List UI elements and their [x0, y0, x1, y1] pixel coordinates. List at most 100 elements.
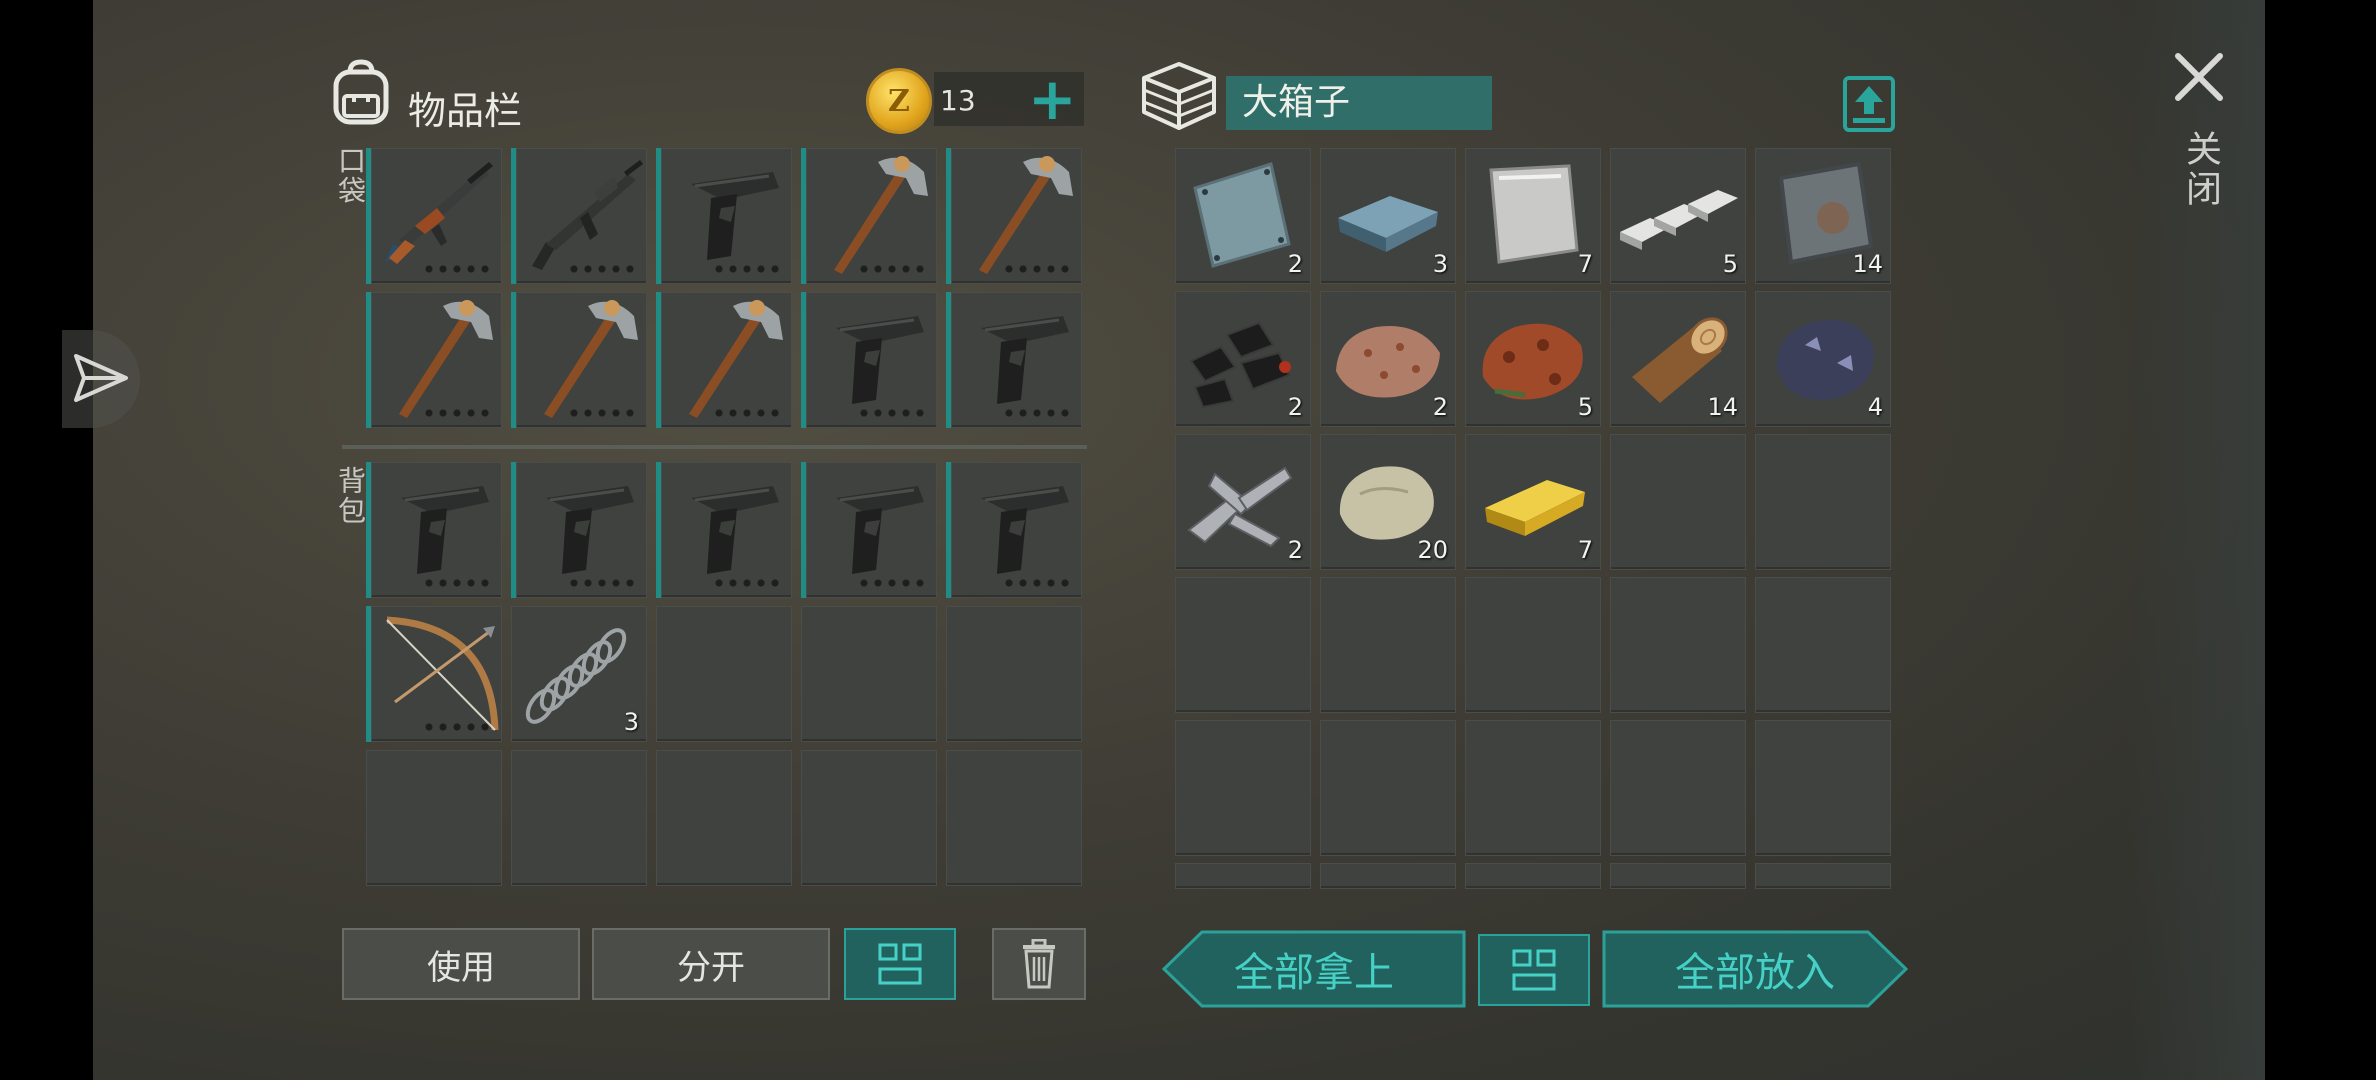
container-slot[interactable]: 14: [1610, 291, 1746, 427]
backpack-slot[interactable]: [801, 462, 937, 598]
pocket-slot[interactable]: [366, 148, 502, 284]
container-slot[interactable]: [1465, 720, 1601, 856]
durability-dots: [422, 408, 492, 418]
backpack-slot[interactable]: [801, 750, 937, 886]
backpack-slot[interactable]: [946, 606, 1082, 742]
container-slot[interactable]: [1320, 863, 1456, 889]
container-slot[interactable]: [1610, 434, 1746, 570]
paper-plane-icon: [74, 354, 128, 402]
container-slot[interactable]: [1755, 577, 1891, 713]
backpack-slot[interactable]: [366, 750, 502, 886]
split-button[interactable]: 分开: [592, 928, 830, 1000]
take-all-button[interactable]: 全部拿上: [1161, 930, 1466, 1008]
grid-icon: [878, 943, 922, 985]
take-all-label: 全部拿上: [1234, 950, 1394, 996]
pocket-slot[interactable]: [511, 292, 647, 428]
item-count: 2: [1287, 250, 1303, 278]
container-slot[interactable]: 5: [1465, 291, 1601, 427]
container-slot[interactable]: 3: [1320, 148, 1456, 284]
backpack-slot[interactable]: [511, 750, 647, 886]
container-slot[interactable]: 2: [1175, 291, 1311, 427]
container-slot[interactable]: [1175, 577, 1311, 713]
pocket-slot[interactable]: [801, 292, 937, 428]
use-button[interactable]: 使用: [342, 928, 580, 1000]
backpack-slot[interactable]: 3: [511, 606, 647, 742]
coin-count: 13: [940, 84, 976, 117]
backpack-slot[interactable]: [946, 462, 1082, 598]
container-slot[interactable]: 2: [1175, 148, 1311, 284]
add-coins-button[interactable]: +: [1028, 70, 1077, 128]
item-count: 7: [1577, 536, 1593, 564]
container-slot[interactable]: [1610, 577, 1746, 713]
trash-icon: [1023, 939, 1055, 989]
item-count: 2: [1287, 393, 1303, 421]
container-slot[interactable]: [1175, 863, 1311, 889]
pocket-slot[interactable]: [656, 148, 792, 284]
container-slot[interactable]: 20: [1320, 434, 1456, 570]
item-count: 7: [1577, 250, 1593, 278]
backpack-slot[interactable]: [801, 606, 937, 742]
container-slot[interactable]: 7: [1465, 434, 1601, 570]
durability-dots: [857, 264, 927, 274]
durability-dots: [712, 264, 782, 274]
pocket-slot[interactable]: [511, 148, 647, 284]
upload-button[interactable]: [1843, 76, 1895, 132]
container-slot[interactable]: [1175, 720, 1311, 856]
durability-dots: [422, 264, 492, 274]
close-button[interactable]: [2168, 46, 2230, 108]
delete-button[interactable]: [992, 928, 1086, 1000]
inventory-title: 物品栏: [408, 89, 523, 133]
container-slot[interactable]: 2: [1175, 434, 1311, 570]
pocket-slot[interactable]: [946, 148, 1082, 284]
close-label[interactable]: 关闭: [2180, 130, 2221, 210]
container-slot[interactable]: 2: [1320, 291, 1456, 427]
item-count: 3: [1432, 250, 1448, 278]
sort-inventory-button[interactable]: [844, 928, 956, 1000]
backpack-slot[interactable]: [656, 462, 792, 598]
container-slot[interactable]: 14: [1755, 148, 1891, 284]
durability-dots: [422, 578, 492, 588]
durability-dots: [857, 578, 927, 588]
container-slot[interactable]: 4: [1755, 291, 1891, 427]
backpack-slot[interactable]: [366, 462, 502, 598]
durability-dots: [1002, 408, 1072, 418]
backpack-slot[interactable]: [511, 462, 647, 598]
durability-dots: [567, 264, 637, 274]
pocket-slot[interactable]: [656, 292, 792, 428]
container-name-field[interactable]: 大箱子: [1226, 76, 1492, 130]
container-slot[interactable]: 5: [1610, 148, 1746, 284]
container-slot[interactable]: [1320, 577, 1456, 713]
durability-dots: [1002, 264, 1072, 274]
pocket-slot[interactable]: [366, 292, 502, 428]
pocket-label: 口袋: [334, 146, 367, 206]
container-slot[interactable]: [1755, 720, 1891, 856]
container-slot[interactable]: 7: [1465, 148, 1601, 284]
grid-icon: [1512, 949, 1556, 991]
container-slot[interactable]: [1320, 720, 1456, 856]
backpack-slot[interactable]: [946, 750, 1082, 886]
item-count: 2: [1432, 393, 1448, 421]
sort-container-button[interactable]: [1478, 934, 1590, 1006]
durability-dots: [1002, 578, 1072, 588]
item-count: 4: [1867, 393, 1883, 421]
item-count: 14: [1852, 250, 1883, 278]
backpack-slot[interactable]: [656, 750, 792, 886]
backpack-slot[interactable]: [366, 606, 502, 742]
durability-dots: [567, 408, 637, 418]
item-count: 3: [623, 708, 639, 736]
pocket-slot[interactable]: [801, 148, 937, 284]
container-slot[interactable]: [1465, 863, 1601, 889]
container-slot[interactable]: [1465, 577, 1601, 713]
put-all-label: 全部放入: [1675, 950, 1835, 996]
container-slot[interactable]: [1610, 720, 1746, 856]
section-divider: [342, 445, 1087, 449]
item-count: 14: [1707, 393, 1738, 421]
backpack-slot[interactable]: [656, 606, 792, 742]
pocket-slot[interactable]: [946, 292, 1082, 428]
item-count: 2: [1287, 536, 1303, 564]
container-slot[interactable]: [1610, 863, 1746, 889]
crate-icon: [1140, 60, 1218, 132]
container-slot[interactable]: [1755, 863, 1891, 889]
put-all-button[interactable]: 全部放入: [1602, 930, 1909, 1008]
container-slot[interactable]: [1755, 434, 1891, 570]
